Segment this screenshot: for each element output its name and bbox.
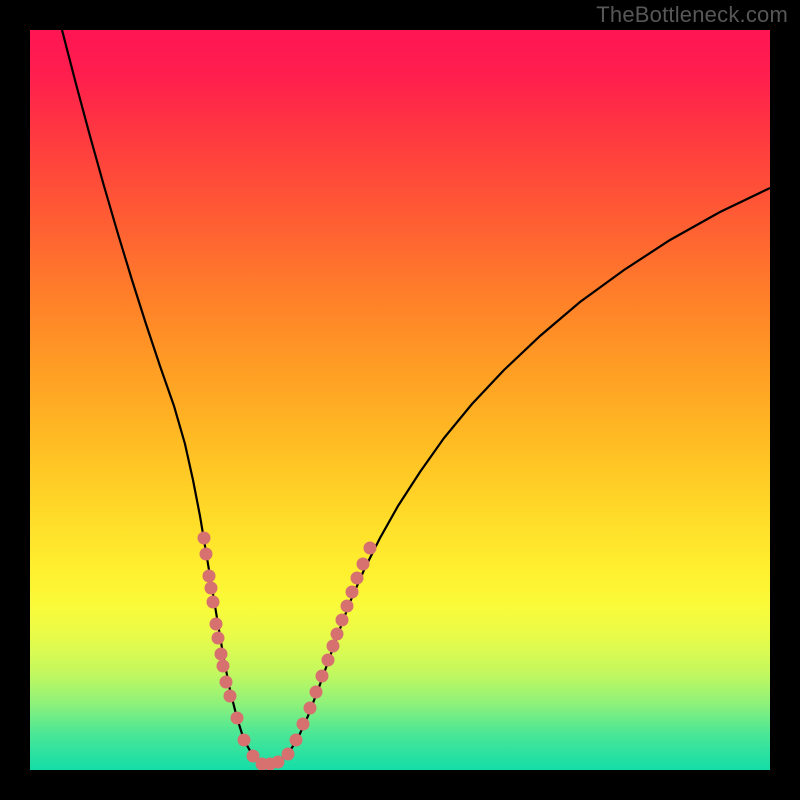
- sample-dot: [290, 734, 303, 747]
- sample-dot: [210, 618, 223, 631]
- sample-dot: [207, 596, 220, 609]
- sample-dot: [224, 690, 237, 703]
- dots-left-group: [198, 532, 285, 771]
- dots-right-group: [282, 542, 377, 761]
- sample-dot: [220, 676, 233, 689]
- curves-svg: [30, 30, 770, 770]
- sample-dot: [217, 660, 230, 673]
- sample-dot: [198, 532, 211, 545]
- chart-stage: TheBottleneck.com: [0, 0, 800, 800]
- sample-dot: [310, 686, 323, 699]
- sample-dot: [215, 648, 228, 661]
- sample-dot: [304, 702, 317, 715]
- sample-dot: [205, 582, 218, 595]
- watermark-text: TheBottleneck.com: [596, 2, 788, 28]
- sample-dot: [351, 572, 364, 585]
- sample-dot: [341, 600, 354, 613]
- sample-dot: [364, 542, 377, 555]
- sample-dot: [336, 614, 349, 627]
- sample-dot: [331, 628, 344, 641]
- right-branch-curve: [262, 188, 770, 764]
- sample-dot: [238, 734, 251, 747]
- sample-dot: [231, 712, 244, 725]
- sample-dot: [297, 718, 310, 731]
- sample-dot: [282, 748, 295, 761]
- sample-dot: [212, 632, 225, 645]
- plot-area: [30, 30, 770, 770]
- sample-dot: [203, 570, 216, 583]
- sample-dot: [200, 548, 213, 561]
- sample-dot: [316, 670, 329, 683]
- sample-dot: [322, 654, 335, 667]
- sample-dot: [346, 586, 359, 599]
- left-branch-curve: [62, 30, 262, 764]
- sample-dot: [327, 640, 340, 653]
- sample-dot: [357, 558, 370, 571]
